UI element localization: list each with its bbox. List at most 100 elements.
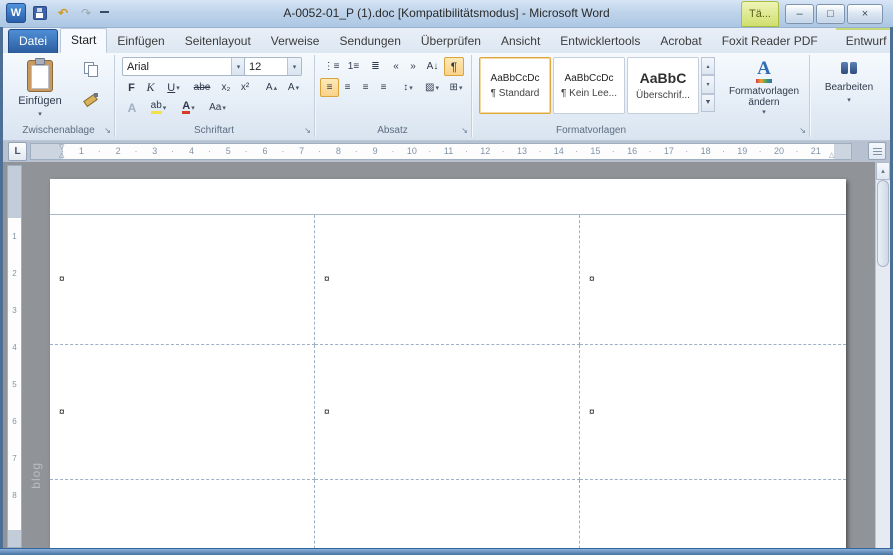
- styles-scroll-down-icon[interactable]: ▾: [701, 75, 715, 94]
- subscript-button[interactable]: x₂: [216, 78, 236, 97]
- maximize-button[interactable]: □: [816, 4, 845, 24]
- contextual-tab-group-header[interactable]: Tä...: [741, 1, 779, 27]
- font-name-dropdown-icon[interactable]: ▾: [231, 58, 245, 75]
- format-painter-button[interactable]: [79, 88, 101, 108]
- decrease-indent-button[interactable]: «: [387, 57, 405, 76]
- table-cell[interactable]: ¤: [315, 215, 580, 345]
- paragraph-dialog-launcher-icon[interactable]: ↘: [461, 127, 468, 135]
- shrink-font-icon: ▾: [295, 84, 300, 92]
- highlight-color-button[interactable]: ab ▾: [144, 98, 173, 117]
- styles-dialog-launcher-icon[interactable]: ↘: [799, 127, 806, 135]
- line-spacing-dropdown-icon[interactable]: ▾: [409, 84, 413, 92]
- numbering-button[interactable]: 1≡: [342, 57, 365, 76]
- italic-button[interactable]: K: [141, 78, 160, 97]
- shading-dropdown-icon[interactable]: ▾: [435, 84, 439, 92]
- table-cell[interactable]: ¤: [50, 345, 315, 480]
- bullets-button[interactable]: ⋮≡: [320, 57, 343, 76]
- tab-entwurf[interactable]: Entwurf: [835, 28, 893, 53]
- table-cell[interactable]: ¤: [50, 215, 315, 345]
- align-center-button[interactable]: ≡: [338, 78, 357, 97]
- document-page[interactable]: ¤¤¤¤¤¤¤¤¤: [50, 179, 846, 549]
- style-kein-leerraum[interactable]: AaBbCcDc ¶ Kein Lee...: [553, 57, 625, 114]
- table-cell[interactable]: ¤: [50, 480, 315, 549]
- tab-ansicht[interactable]: Ansicht: [491, 30, 550, 53]
- hanging-indent-marker[interactable]: △: [59, 152, 64, 159]
- table-cell[interactable]: ¤: [580, 215, 846, 345]
- tab-entwicklertools[interactable]: Entwicklertools: [550, 30, 650, 53]
- justify-button[interactable]: ≡: [374, 78, 393, 97]
- paste-button[interactable]: Einfügen ▾: [9, 56, 71, 132]
- scrollbar-up-icon[interactable]: ▴: [876, 162, 890, 180]
- copy-button[interactable]: [79, 59, 101, 79]
- scrollbar-thumb[interactable]: [877, 180, 889, 267]
- grow-font-button[interactable]: A ▴: [260, 78, 283, 97]
- clipboard-dialog-launcher-icon[interactable]: ↘: [104, 127, 111, 135]
- minimize-button[interactable]: –: [785, 4, 814, 24]
- font-name-select[interactable]: Arial ▾: [122, 57, 246, 76]
- multilevel-list-button[interactable]: ≣: [364, 57, 387, 76]
- superscript-button[interactable]: x²: [235, 78, 255, 97]
- styles-more-icon[interactable]: ▾: [701, 93, 715, 112]
- shrink-font-button[interactable]: A ▾: [282, 78, 305, 97]
- borders-button[interactable]: ⊞ ▾: [444, 78, 468, 97]
- undo-icon[interactable]: ↶: [54, 4, 72, 22]
- style-ueberschrift[interactable]: AaBbC Überschrif...: [627, 57, 699, 114]
- table-cell[interactable]: ¤: [580, 480, 846, 549]
- vertical-ruler[interactable]: 1 2 3 4 5 6 7 8: [7, 165, 22, 548]
- qat-customize-icon[interactable]: [100, 10, 109, 20]
- editing-dropdown-icon[interactable]: ▾: [847, 96, 851, 104]
- clipboard-icon: [27, 58, 53, 92]
- font-color-dropdown-icon[interactable]: ▾: [191, 104, 195, 112]
- tab-verweise[interactable]: Verweise: [261, 30, 330, 53]
- close-button[interactable]: ×: [847, 4, 883, 24]
- increase-indent-button[interactable]: »: [404, 57, 422, 76]
- text-effects-button[interactable]: A: [122, 98, 142, 117]
- tab-ueberpruefen[interactable]: Überprüfen: [411, 30, 491, 53]
- table-cell[interactable]: ¤: [580, 345, 846, 480]
- tab-selector-button[interactable]: L: [8, 142, 27, 161]
- tab-datei[interactable]: Datei: [8, 29, 59, 53]
- align-left-button[interactable]: ≡: [320, 78, 339, 97]
- change-case-dropdown-icon[interactable]: ▾: [222, 104, 226, 112]
- change-styles-dropdown-icon[interactable]: ▾: [762, 108, 766, 116]
- sort-button[interactable]: A↓: [422, 57, 443, 76]
- change-case-button[interactable]: Aa ▾: [204, 98, 231, 117]
- redo-icon[interactable]: ↷: [77, 4, 95, 22]
- ruler-number: 5: [208, 144, 247, 159]
- paste-dropdown-icon[interactable]: ▾: [38, 110, 42, 118]
- underline-dropdown-icon[interactable]: ▾: [176, 84, 180, 92]
- word-window: W ↶ ↷ A-0052-01_P (1).doc [Kompatibilitä…: [0, 0, 893, 555]
- vertical-scrollbar[interactable]: ▴: [875, 162, 890, 549]
- tab-sendungen[interactable]: Sendungen: [329, 30, 410, 53]
- ruler-toggle-button[interactable]: [868, 142, 886, 160]
- highlight-dropdown-icon[interactable]: ▾: [163, 104, 167, 112]
- font-dialog-launcher-icon[interactable]: ↘: [304, 127, 311, 135]
- tab-acrobat[interactable]: Acrobat: [650, 30, 711, 53]
- table-cell[interactable]: ¤: [315, 480, 580, 549]
- word-logo-icon[interactable]: W: [6, 3, 26, 23]
- tab-seitenlayout[interactable]: Seitenlayout: [175, 30, 261, 53]
- bold-button[interactable]: F: [122, 78, 141, 97]
- font-size-select[interactable]: 12 ▾: [244, 57, 302, 76]
- editing-button[interactable]: Bearbeiten ▾: [815, 59, 883, 132]
- line-spacing-button[interactable]: ↕ ▾: [396, 78, 420, 97]
- style-standard[interactable]: AaBbCcDc ¶ Standard: [479, 57, 551, 114]
- table-cell[interactable]: ¤: [315, 345, 580, 480]
- tab-einfuegen[interactable]: Einfügen: [107, 30, 174, 53]
- tab-start[interactable]: Start: [60, 28, 108, 53]
- align-right-button[interactable]: ≡: [356, 78, 375, 97]
- borders-dropdown-icon[interactable]: ▾: [459, 84, 463, 92]
- strikethrough-button[interactable]: abe: [188, 78, 216, 97]
- save-icon[interactable]: [31, 4, 49, 22]
- change-styles-button[interactable]: A Formatvorlagen ändern ▾: [723, 56, 805, 129]
- styles-scroll-up-icon[interactable]: ▴: [701, 57, 715, 76]
- underline-button[interactable]: U ▾: [160, 78, 187, 97]
- tab-foxit-reader-pdf[interactable]: Foxit Reader PDF: [712, 30, 828, 53]
- shading-button[interactable]: ▨ ▾: [420, 78, 444, 97]
- font-size-dropdown-icon[interactable]: ▾: [287, 58, 301, 75]
- first-line-indent-marker[interactable]: ▽: [59, 144, 64, 151]
- right-indent-marker[interactable]: △: [829, 152, 834, 159]
- show-formatting-marks-button[interactable]: ¶: [444, 57, 464, 76]
- font-color-button[interactable]: A ▾: [174, 98, 203, 117]
- horizontal-ruler[interactable]: 123456789101112131415161718192021 ▽ △ △: [30, 143, 852, 160]
